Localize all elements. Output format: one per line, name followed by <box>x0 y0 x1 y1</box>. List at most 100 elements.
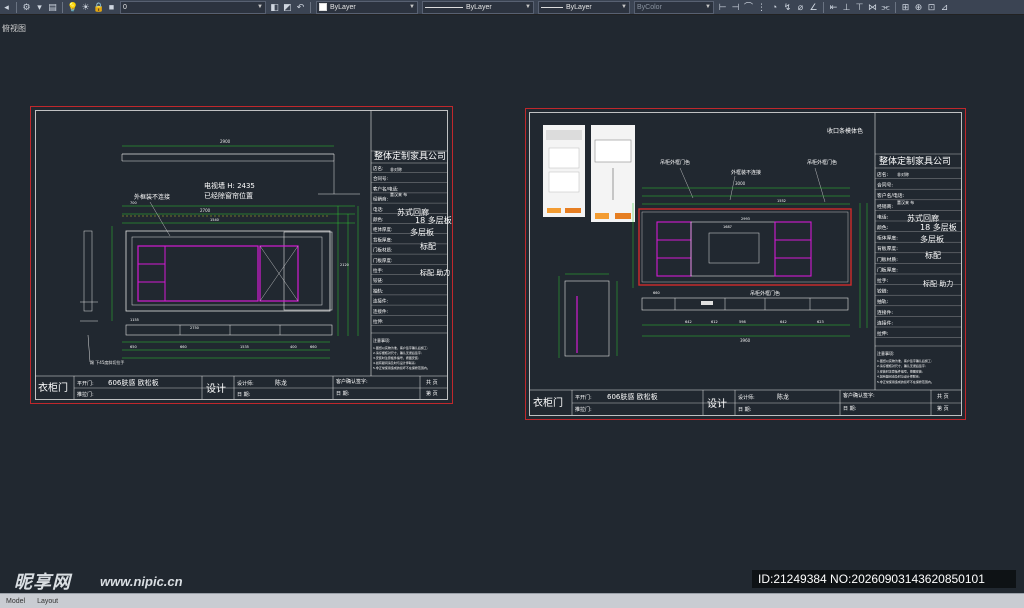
base-note: 踢 下45度斜切拉手 <box>90 359 124 365</box>
note-c: 吊柜外框门色 <box>807 159 837 166</box>
sign-label-right: 客户确认签字: <box>843 392 875 399</box>
dim-linear-icon[interactable]: ⊢ <box>717 2 728 13</box>
dimension-label: 660 <box>653 291 660 295</box>
date-label: 日 期: <box>237 392 251 398</box>
watermark-logo: 昵享网 <box>14 572 71 592</box>
notes-title: 注意事项: <box>373 337 390 343</box>
field-label: 拉手: <box>373 267 384 274</box>
sun-icon[interactable]: ☀ <box>80 2 91 13</box>
dim-continue-icon[interactable]: ⊤ <box>854 2 865 13</box>
tv-wall-note: 电视墙 H: 2435 <box>204 181 255 190</box>
design-label-right: 设计 <box>707 397 727 410</box>
rail-value-right: 标配 助力 <box>923 279 953 288</box>
thickness-value-text: 18 多层板 <box>415 215 452 225</box>
field-label: 背板厚度: <box>373 236 393 243</box>
dimension-label: 2750 <box>190 326 199 330</box>
designer-label-right: 设计师: <box>738 394 755 401</box>
dim-baseline-icon[interactable]: ⊥ <box>841 2 852 13</box>
tv-window-note: 已经除窗帘位置 <box>204 191 253 200</box>
field-label: 店名: <box>877 171 889 178</box>
dimension-label: 2120 <box>340 263 349 267</box>
color-square-icon[interactable]: ■ <box>106 2 117 13</box>
field-label: 经销商: <box>877 203 893 210</box>
field-label: 经销商: <box>373 196 388 203</box>
company-name: 整体定制家具公司 <box>374 150 446 162</box>
field-label: 拉伸: <box>373 318 384 325</box>
drawing-sheet-right[interactable]: 收口条模体色 整体定制家具公司 店名: 合同号: 客户名/电话: 经销商: 电话: 颜色:… <box>525 108 966 420</box>
tolerance-icon[interactable]: ⊞ <box>900 2 911 13</box>
layer-select[interactable]: 0 ▼ <box>120 0 266 14</box>
layer-state-icon[interactable]: ▤ <box>47 2 58 13</box>
back-value-right: 多层板 <box>920 234 944 244</box>
dimension-label: 1552 <box>777 199 786 203</box>
layout-tab-bar: Model Layout <box>0 593 1024 608</box>
dim-break-icon[interactable]: ⫘ <box>880 2 891 13</box>
field-label: 合同号: <box>877 182 893 189</box>
color-value: ByLayer <box>330 3 356 11</box>
overall-dim: 3960 <box>740 338 751 343</box>
door-value-right: 标配 <box>925 250 941 260</box>
dimension-label: 2993 <box>741 217 750 221</box>
arrow-left-icon[interactable]: ◂ <box>1 2 12 13</box>
title-block-left: 整体定制家具公司 店名:合同号:客户名/电话:经销商:电话:颜色:柜体厚度:背板… <box>371 150 452 370</box>
dimension-label: 1687 <box>723 225 732 229</box>
color-select[interactable]: ByLayer ▼ <box>316 0 418 14</box>
gear-icon[interactable]: ⚙ <box>21 2 32 13</box>
dim-ordinate-icon[interactable]: ⋮ <box>756 2 767 13</box>
dim-diameter-icon[interactable]: ⌀ <box>795 2 806 13</box>
dimension-label: 650 <box>130 345 137 349</box>
field-label: 电话: <box>877 213 889 220</box>
thickness-value-right: 18 多层板 <box>920 222 957 232</box>
dim-radius-icon[interactable]: ◔ <box>769 2 780 13</box>
center-mark-icon[interactable]: ⊕ <box>913 2 924 13</box>
field-label: 连接件: <box>877 309 893 316</box>
drawing-sheet-left[interactable]: 整体定制家具公司 店名:合同号:客户名/电话:经销商:电话:颜色:柜体厚度:背板… <box>30 106 453 404</box>
dimension-label: 1535 <box>240 345 249 349</box>
field-label: 客户名/电话: <box>877 192 905 199</box>
field-label: 铰链: <box>877 288 889 295</box>
linetype-select[interactable]: ByLayer ▼ <box>422 0 534 14</box>
tab-layout[interactable]: Layout <box>31 598 64 605</box>
note-line: 5.非正常使用造成的损坏不在保修范围内。 <box>373 365 430 370</box>
field-label: 门板厚度: <box>373 257 393 264</box>
field-label: 背板厚度: <box>877 245 898 252</box>
chevron-down-icon: ▼ <box>621 3 627 10</box>
watermark-id: ID:21249384 NO:20260903143620850101 <box>752 570 1016 588</box>
lineweight-select[interactable]: ByLayer ▼ <box>538 0 630 14</box>
bottom-strip-right: 衣柜门 平开门: 606肤感 欧松板 推拉门: 设计 设计师: 陈龙 日 期: … <box>529 389 961 415</box>
dim-angular-icon[interactable]: ∠ <box>808 2 819 13</box>
chevron-down-icon: ▼ <box>705 3 711 10</box>
layer-previous-icon[interactable]: ↶ <box>295 2 306 13</box>
plotstyle-select[interactable]: ByColor ▼ <box>634 0 714 14</box>
field-label: 电话: <box>373 206 384 213</box>
design-label: 设计 <box>206 382 226 395</box>
reference-screenshots <box>543 125 635 222</box>
field-label: 合同号: <box>373 175 388 182</box>
dealer-value-right: 董汉来 布 <box>897 199 914 205</box>
dealer-value-text: 董汉来 布 <box>390 191 407 197</box>
layer-tools-icon[interactable]: ◧ <box>269 2 280 13</box>
door-type-label: 平开门: <box>77 380 94 387</box>
door-value-text: 标配 <box>420 241 436 251</box>
dimension-label: 400 <box>290 345 297 349</box>
dim-aligned-icon[interactable]: ⊣ <box>730 2 741 13</box>
jogged-linear-icon[interactable]: ⊿ <box>939 2 950 13</box>
field-label: 拉手: <box>877 277 889 284</box>
dim-arc-icon[interactable]: ⌒ <box>743 2 754 13</box>
inspect-icon[interactable]: ⊡ <box>926 2 937 13</box>
dim-quick-icon[interactable]: ⇤ <box>828 2 839 13</box>
date-label-right: 日 期: <box>738 407 752 413</box>
dim-jogged-icon[interactable]: ↯ <box>782 2 793 13</box>
lightbulb-icon[interactable]: 💡 <box>67 2 78 13</box>
page-count: 共 页 <box>426 379 438 386</box>
field-label: 店名: <box>373 165 384 172</box>
designer-name: 陈龙 <box>275 379 287 387</box>
chevron-down-icon[interactable]: ▾ <box>34 2 45 13</box>
dimension-label: 612 <box>711 320 718 324</box>
tab-model[interactable]: Model <box>0 598 31 605</box>
chevron-down-icon: ▼ <box>257 3 263 10</box>
lock-icon[interactable]: 🔒 <box>93 2 104 13</box>
push-door-label: 推拉门: <box>77 391 94 398</box>
layer-match-icon[interactable]: ◩ <box>282 2 293 13</box>
dim-space-icon[interactable]: ⋈ <box>867 2 878 13</box>
